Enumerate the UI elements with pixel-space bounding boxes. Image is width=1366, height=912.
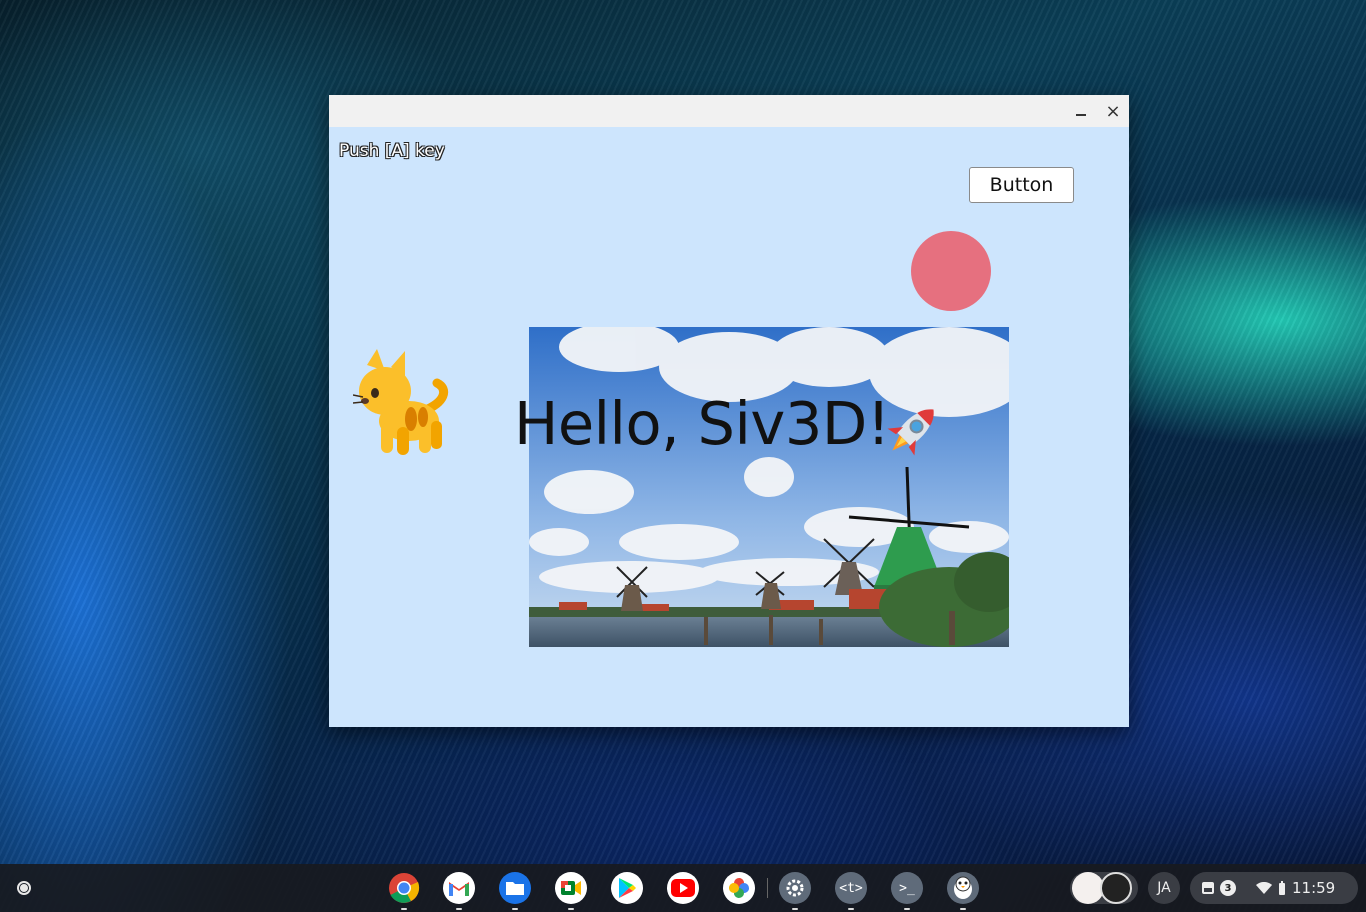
holding-thumbnail-2: [1100, 872, 1132, 904]
app-canvas[interactable]: Push [A] key Button Hello, Siv3D!: [329, 127, 1129, 727]
photos-icon[interactable]: [723, 872, 755, 904]
window-titlebar[interactable]: ×: [329, 95, 1129, 127]
windmill-photo: [529, 327, 1009, 647]
siv3d-app-window: × Push [A] key Button Hello, Siv3D!: [329, 95, 1129, 727]
battery-icon: [1279, 881, 1285, 895]
penguin-icon[interactable]: [947, 872, 979, 910]
hello-text: Hello, Siv3D!: [514, 389, 890, 458]
files-icon[interactable]: [499, 872, 531, 910]
shelf: <t> >_ JA 3 11:59: [0, 864, 1366, 912]
launcher-button[interactable]: [8, 872, 40, 904]
minimize-icon: [1076, 114, 1086, 116]
ime-menu[interactable]: JA: [1148, 872, 1180, 904]
close-button[interactable]: ×: [1102, 100, 1124, 122]
rocket-emoji: [882, 399, 944, 461]
holding-space[interactable]: [1070, 872, 1138, 904]
terminal-icon[interactable]: >_: [891, 872, 923, 910]
play-store-icon[interactable]: [611, 872, 643, 904]
clock-time: 11:59: [1292, 879, 1336, 897]
gmail-icon[interactable]: [443, 872, 475, 910]
hint-text: Push [A] key: [339, 141, 445, 161]
red-circle: [911, 231, 991, 311]
chrome-icon[interactable]: [388, 872, 420, 910]
cat-emoji: [352, 349, 449, 459]
meet-icon[interactable]: [555, 872, 587, 910]
wifi-icon: [1256, 882, 1272, 894]
status-area[interactable]: 3 11:59: [1190, 872, 1358, 904]
app-button[interactable]: Button: [969, 167, 1074, 203]
shelf-divider: [767, 878, 768, 898]
minimize-button[interactable]: [1070, 101, 1092, 121]
launcher-icon: [17, 881, 31, 895]
settings-icon[interactable]: [779, 872, 811, 910]
close-icon: ×: [1105, 100, 1121, 122]
text-editor-icon[interactable]: <t>: [835, 872, 867, 910]
notification-count: 3: [1220, 880, 1236, 896]
youtube-icon[interactable]: [667, 872, 699, 904]
notification-icon: [1202, 882, 1214, 894]
